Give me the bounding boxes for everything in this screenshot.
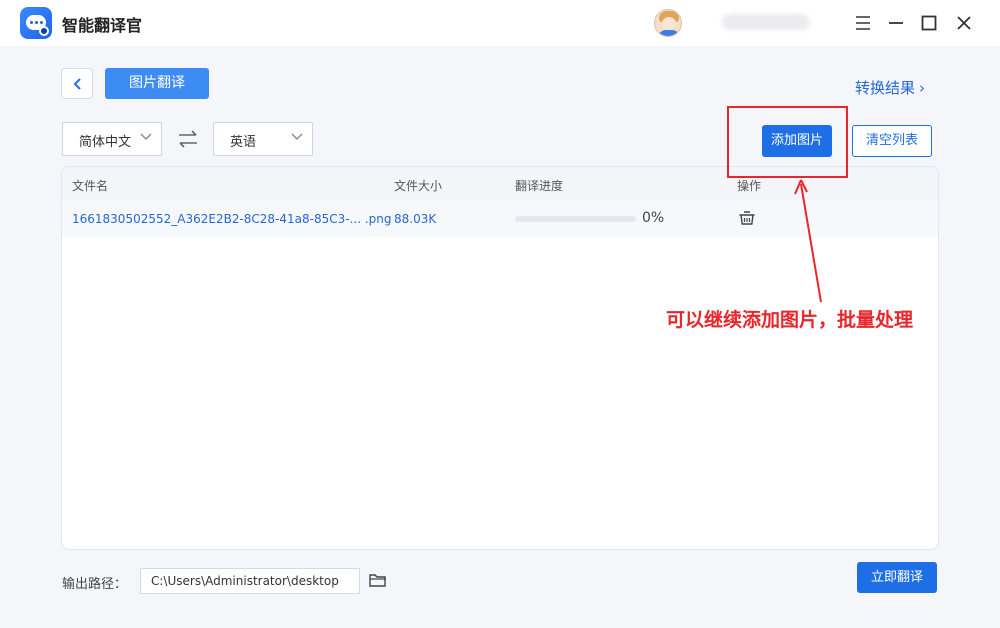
source-language-select[interactable]: 简体中文 (62, 122, 162, 156)
app-title: 智能翻译官 (62, 16, 143, 35)
header-filesize: 文件大小 (394, 179, 443, 193)
source-language-label: 简体中文 (79, 135, 131, 150)
menu-icon[interactable] (853, 13, 873, 33)
username-blurred (722, 14, 810, 30)
folder-icon[interactable] (369, 572, 387, 588)
file-name-cell[interactable]: 1661830502552_A362E2B2-8C28-41a8-85C3-..… (72, 212, 392, 226)
app-logo-icon (20, 7, 52, 39)
progress-percent: 0% (642, 210, 665, 226)
file-size-cell: 88.03K (394, 212, 437, 226)
user-avatar[interactable] (654, 9, 682, 37)
header-actions: 操作 (737, 179, 762, 193)
translate-now-button[interactable]: 立即翻译 (857, 562, 937, 593)
chevron-down-icon (140, 133, 152, 140)
clear-list-button[interactable]: 清空列表 (852, 125, 932, 157)
chevron-down-icon (291, 133, 303, 140)
close-icon[interactable] (954, 13, 974, 33)
back-arrow-icon (73, 78, 81, 90)
back-button[interactable] (61, 68, 93, 99)
annotation-arrow (794, 179, 822, 303)
delete-basket-icon[interactable] (738, 209, 756, 227)
header-progress: 翻译进度 (515, 179, 564, 193)
highlight-box (727, 106, 848, 178)
minimize-icon[interactable] (886, 13, 906, 33)
conversion-result-label: 转换结果 (855, 79, 916, 97)
progress-bar (515, 216, 636, 222)
maximize-icon[interactable] (919, 13, 939, 33)
annotation-text: 可以继续添加图片，批量处理 (666, 309, 914, 331)
title-bar: 智能翻译官 (0, 0, 1000, 46)
swap-icon[interactable] (177, 129, 199, 149)
target-language-label: 英语 (230, 135, 257, 150)
header-filename: 文件名 (72, 179, 109, 193)
output-path-field[interactable]: C:\Users\Administrator\desktop (140, 568, 360, 594)
conversion-result-link[interactable]: 转换结果 › (855, 77, 925, 98)
output-path-label: 输出路径： (62, 577, 128, 592)
tab-image-translate[interactable]: 图片翻译 (105, 68, 209, 99)
chevron-right-icon: › (919, 79, 926, 97)
target-language-select[interactable]: 英语 (213, 122, 313, 156)
